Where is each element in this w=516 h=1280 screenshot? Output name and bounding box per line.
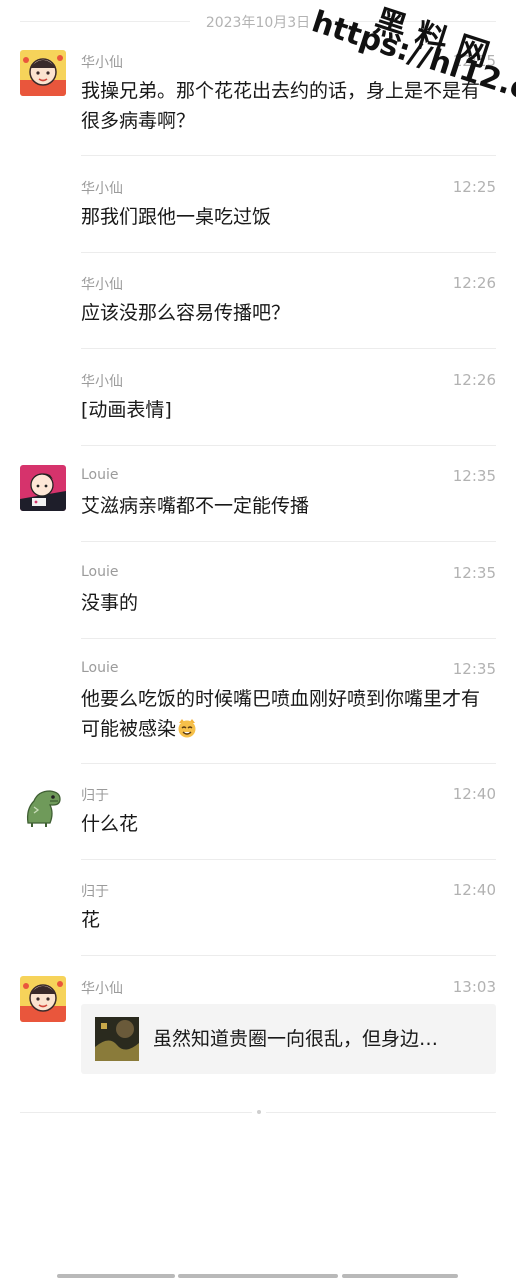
message-time: 12:25 (452, 52, 496, 70)
link-title: 虽然知道贵圈一向很乱，但身边… (153, 1028, 439, 1050)
sender-name: 归于 (81, 884, 109, 900)
sender-name: Louie (81, 564, 119, 580)
end-dot (252, 1108, 266, 1116)
message-item[interactable]: 归于 12:40 花 (0, 881, 516, 956)
message-item[interactable]: 华小仙 12:26 [动画表情] (0, 371, 516, 446)
message-time: 12:26 (452, 371, 496, 389)
divider (81, 252, 496, 253)
divider (81, 859, 496, 860)
message-time: 13:03 (452, 978, 496, 996)
message-text: 那我们跟他一桌吃过饭 (81, 206, 272, 228)
sender-name: 华小仙 (81, 55, 123, 71)
message-text: 我操兄弟。那个花花出去约的话，身上是不是有很多病毒啊？ (81, 80, 481, 132)
sender-name: Louie (81, 467, 119, 483)
divider (81, 955, 496, 956)
sender-name: 华小仙 (81, 277, 123, 293)
divider (81, 763, 496, 764)
link-card[interactable]: 虽然知道贵圈一向很乱，但身边… (81, 1004, 496, 1074)
chat-history-screen: 2023年10月3日 华小仙 12:25 我操兄弟。那个花花出去约的话，身上是不… (0, 0, 516, 1280)
divider (81, 541, 496, 542)
message-text: 花 (81, 909, 101, 931)
message-text: 他要么吃饭的时候嘴巴喷血刚好喷到你嘴里才有可能被感染 (81, 684, 486, 744)
home-indicator (57, 1274, 175, 1278)
message-text-body: 他要么吃饭的时候嘴巴喷血刚好喷到你嘴里才有可能被感染 (81, 688, 481, 740)
message-text: [动画表情] (81, 399, 172, 421)
message-text: 没事的 (81, 592, 139, 614)
message-text: 什么花 (81, 813, 139, 835)
divider (81, 155, 496, 156)
message-item[interactable]: 归于 12:40 什么花 (0, 785, 516, 860)
message-item[interactable]: 华小仙 13:03 虽然知道贵圈一向很乱，但身边… (0, 978, 516, 1078)
separator-line (20, 21, 190, 22)
divider (81, 638, 496, 639)
home-indicator (178, 1274, 338, 1278)
message-time: 12:40 (452, 881, 496, 899)
message-item[interactable]: Louie 12:35 没事的 (0, 564, 516, 639)
message-time: 12:26 (452, 274, 496, 292)
message-item[interactable]: Louie 12:35 他要么吃饭的时候嘴巴喷血刚好喷到你嘴里才有可能被感染 (0, 660, 516, 764)
home-indicator (342, 1274, 458, 1278)
sender-name: 华小仙 (81, 374, 123, 390)
message-time: 12:40 (452, 785, 496, 803)
sender-name: 华小仙 (81, 981, 123, 997)
message-item[interactable]: 华小仙 12:25 那我们跟他一桌吃过饭 (0, 178, 516, 253)
message-time: 12:35 (452, 564, 496, 582)
sender-name: 华小仙 (81, 181, 123, 197)
message-time: 12:35 (452, 660, 496, 678)
message-text: 应该没那么容易传播吧？ (81, 302, 291, 324)
message-item[interactable]: 华小仙 12:25 我操兄弟。那个花花出去约的话，身上是不是有很多病毒啊？ (0, 52, 516, 156)
message-time: 12:25 (452, 178, 496, 196)
sender-name: Louie (81, 660, 119, 676)
separator-line (326, 21, 496, 22)
message-time: 12:35 (452, 467, 496, 485)
date-separator: 2023年10月3日 (0, 10, 516, 32)
divider (81, 445, 496, 446)
article-thumbnail (95, 1017, 139, 1061)
cat-smile-emoji (176, 717, 198, 739)
message-item[interactable]: Louie 12:35 艾滋病亲嘴都不一定能传播 (0, 467, 516, 542)
divider (81, 348, 496, 349)
date-label: 2023年10月3日 (205, 15, 311, 31)
message-text: 艾滋病亲嘴都不一定能传播 (81, 495, 310, 517)
message-item[interactable]: 华小仙 12:26 应该没那么容易传播吧？ (0, 274, 516, 349)
sender-name: 归于 (81, 788, 109, 804)
